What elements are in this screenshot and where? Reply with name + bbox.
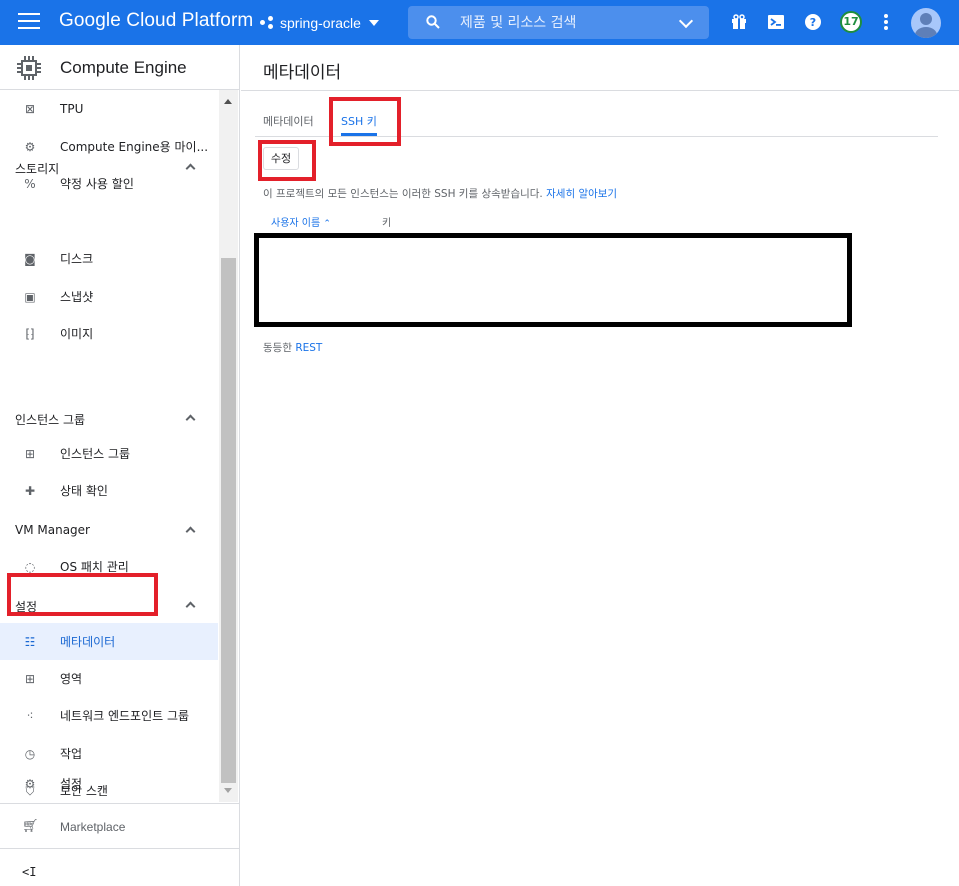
- snapshot-icon: ▣: [24, 289, 36, 304]
- info-message: 이 프로젝트의 모든 인스턴스는 이러한 SSH 키를 상속받습니다.: [263, 188, 543, 200]
- equivalent-label: 동등한: [263, 342, 292, 354]
- sidebar-header: Compute Engine: [0, 45, 239, 90]
- project-icon: [260, 16, 274, 30]
- highlight-box: [258, 140, 316, 181]
- sidebar-scrollbar[interactable]: [219, 90, 238, 802]
- account-avatar-icon[interactable]: [911, 8, 941, 38]
- learn-more-link[interactable]: 자세히 알아보기: [546, 188, 617, 200]
- column-header-username[interactable]: 사용자 이름 ⌃: [271, 214, 331, 229]
- notifications-icon[interactable]: 17: [840, 11, 862, 33]
- page-header: 메타데이터: [241, 45, 959, 91]
- column-label: 사용자 이름: [271, 218, 321, 229]
- sidebar-item-health-checks[interactable]: ✚ 상태 확인: [0, 472, 218, 509]
- metadata-icon: ☷: [24, 634, 36, 649]
- sidebar-item-tpu[interactable]: ⊠ TPU: [0, 90, 218, 127]
- sidebar-item-label: 스냅샷: [60, 290, 94, 304]
- scroll-down-icon[interactable]: [224, 788, 232, 793]
- sidebar-item-label: 약정 사용 할인: [60, 177, 134, 191]
- sidebar-nav: ⊠ TPU ⚙ Compute Engine용 마이... % 약정 사용 할인…: [0, 90, 218, 802]
- cloud-shell-icon[interactable]: [767, 13, 785, 31]
- clock-icon: ◷: [24, 746, 36, 761]
- compute-engine-icon: [17, 56, 41, 80]
- chevron-up-icon[interactable]: [185, 414, 196, 425]
- image-icon: ⁅⁆: [25, 326, 35, 341]
- health-check-icon: ✚: [24, 483, 36, 498]
- caret-down-icon: [368, 20, 379, 26]
- more-vert-icon[interactable]: [884, 14, 888, 30]
- search-placeholder: 제품 및 리소스 검색: [460, 15, 577, 31]
- sidebar-item-label: 영역: [60, 672, 83, 686]
- instance-group-icon: ⊞: [24, 446, 36, 461]
- sidebar-item-label: 설정: [60, 777, 83, 791]
- highlight-box: [329, 97, 401, 146]
- redacted-ssh-key-table: [254, 233, 852, 327]
- column-header-key: 키: [382, 218, 392, 229]
- help-icon[interactable]: ?: [804, 13, 822, 31]
- product-title: Compute Engine: [60, 58, 187, 77]
- sidebar-item-label: 작업: [60, 747, 83, 761]
- project-name: spring-oracle: [280, 15, 361, 31]
- chevron-up-icon[interactable]: [185, 601, 196, 612]
- sidebar-item-instance-groups[interactable]: ⊞ 인스턴스 그룹: [0, 435, 218, 472]
- scrollbar-thumb[interactable]: [221, 258, 236, 783]
- search-icon: [426, 15, 440, 29]
- sidebar-item-network-endpoint-groups[interactable]: ⁖ 네트워크 엔드포인트 그룹: [0, 697, 218, 734]
- scroll-up-icon[interactable]: [224, 99, 232, 104]
- gear-icon: ⚙: [24, 776, 36, 791]
- sidebar-item-zones[interactable]: ⊞ 영역: [0, 660, 218, 697]
- os-patch-icon: ◌: [24, 559, 36, 574]
- sidebar-item-marketplace[interactable]: 🛒︎ Marketplace: [0, 803, 239, 849]
- sidebar-item-label: 인스턴스 그룹: [60, 447, 131, 461]
- sort-ascending-icon: ⌃: [323, 219, 331, 229]
- sidebar-item-label: 디스크: [60, 252, 94, 266]
- project-selector[interactable]: spring-oracle: [260, 12, 379, 34]
- chevron-down-icon[interactable]: [678, 13, 694, 29]
- brand-title[interactable]: Google Cloud Platform: [59, 10, 253, 32]
- chevron-up-icon[interactable]: [185, 526, 196, 537]
- sidebar-item-label: Compute Engine용 마이...: [60, 140, 209, 154]
- sidebar-item-snapshots[interactable]: ▣ 스냅샷: [0, 278, 218, 315]
- sidebar-item-label: TPU: [60, 101, 84, 116]
- svg-text:?: ?: [810, 16, 816, 29]
- sidebar: Compute Engine ⊠ TPU ⚙ Compute Engine용 마…: [0, 45, 240, 886]
- percent-icon: %: [24, 176, 36, 191]
- zones-icon: ⊞: [24, 671, 36, 686]
- menu-icon[interactable]: [18, 13, 40, 31]
- migrate-icon: ⚙: [24, 139, 36, 154]
- equivalent-rest: 동등한 REST: [263, 340, 322, 355]
- disk-icon: ◙: [24, 251, 36, 266]
- info-text: 이 프로젝트의 모든 인스턴스는 이러한 SSH 키를 상속받습니다. 자세히 …: [263, 186, 617, 201]
- rest-link[interactable]: REST: [295, 342, 322, 354]
- sidebar-item-settings[interactable]: ⚙ 설정: [0, 765, 218, 802]
- network-endpoint-icon: ⁖: [26, 708, 34, 723]
- tpu-icon: ⊠: [24, 101, 36, 116]
- tab-metadata[interactable]: 메타데이터: [263, 113, 314, 129]
- collapse-sidebar-button[interactable]: <I: [22, 865, 36, 879]
- sidebar-item-disks[interactable]: ◙ 디스크: [0, 240, 218, 277]
- page-title: 메타데이터: [263, 63, 342, 83]
- gift-icon[interactable]: [730, 13, 748, 31]
- section-title-storage: 스토리지: [15, 162, 60, 176]
- sidebar-item-label: 메타데이터: [60, 635, 116, 649]
- section-title-vm-manager: VM Manager: [15, 523, 90, 537]
- highlight-box: [7, 573, 158, 616]
- top-app-bar: Google Cloud Platform spring-oracle 제품 및…: [0, 0, 959, 45]
- sidebar-item-label: 네트워크 엔드포인트 그룹: [60, 709, 190, 723]
- search-input[interactable]: 제품 및 리소스 검색: [408, 6, 709, 39]
- sidebar-item-metadata[interactable]: ☷ 메타데이터: [0, 623, 218, 660]
- cart-icon: 🛒︎: [22, 819, 39, 834]
- sidebar-item-label: 이미지: [60, 327, 94, 341]
- sidebar-item-label: 상태 확인: [60, 484, 108, 498]
- sidebar-item-images[interactable]: ⁅⁆ 이미지: [0, 315, 218, 352]
- sidebar-item-label: Marketplace: [60, 820, 126, 834]
- section-title-instance-groups: 인스턴스 그룹: [15, 413, 86, 427]
